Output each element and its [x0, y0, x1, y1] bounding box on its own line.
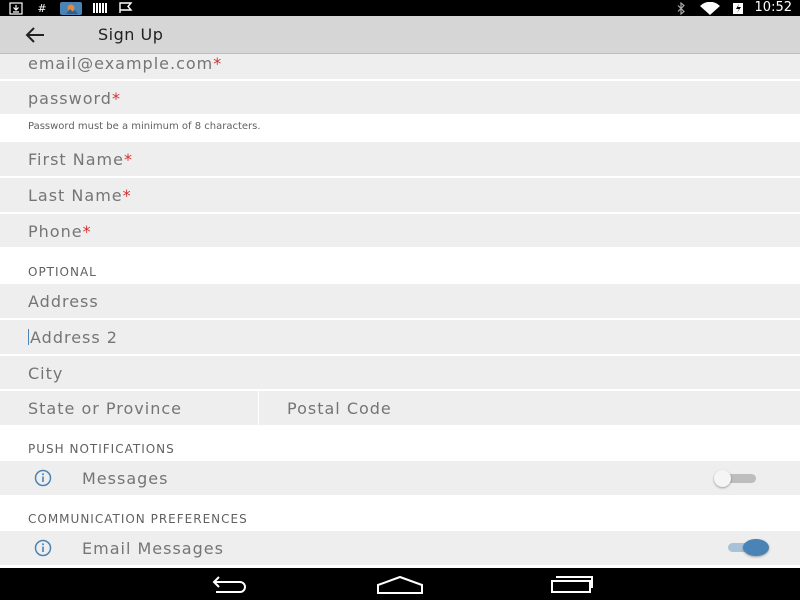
password-hint: Password must be a minimum of 8 characte…	[28, 121, 261, 132]
hash-icon: #	[37, 1, 47, 15]
text-cursor	[28, 329, 29, 345]
image-icon	[60, 1, 82, 15]
state-postal-row: State or Province Postal Code	[0, 391, 800, 425]
city-field[interactable]: City	[0, 356, 800, 390]
required-mark: *	[111, 89, 121, 108]
barcode-icon	[92, 2, 108, 15]
home-nav-icon[interactable]	[375, 574, 425, 594]
email-messages-label: Email Messages	[82, 539, 224, 558]
bluetooth-icon	[673, 1, 689, 15]
battery-icon	[731, 2, 745, 15]
field-divider	[258, 391, 259, 425]
required-mark: *	[213, 54, 223, 73]
email-field[interactable]: email@example.com*	[0, 54, 800, 80]
back-arrow-icon[interactable]	[22, 23, 48, 47]
info-icon[interactable]	[34, 469, 52, 487]
page-title: Sign Up	[98, 25, 164, 44]
phone-field[interactable]: Phone*	[0, 214, 800, 248]
email-placeholder: email@example.com*	[28, 54, 223, 73]
notification-icons: #	[8, 1, 134, 15]
address2-placeholder: Address 2	[28, 328, 118, 347]
password-field[interactable]: password*	[0, 81, 800, 115]
switch-thumb	[714, 470, 731, 487]
address-field[interactable]: Address	[0, 284, 800, 319]
address-placeholder: Address	[28, 292, 99, 311]
clock: 10:52	[754, 0, 792, 15]
messages-switch[interactable]	[714, 468, 760, 488]
required-mark: *	[122, 186, 132, 205]
wifi-icon	[699, 1, 721, 15]
recents-nav-icon[interactable]	[546, 574, 596, 594]
first-name-field[interactable]: First Name*	[0, 142, 800, 177]
download-icon	[8, 1, 24, 15]
flag-icon	[118, 1, 134, 15]
messages-toggle-row: Messages	[0, 461, 800, 495]
switch-thumb	[743, 539, 769, 556]
required-mark: *	[82, 222, 92, 241]
password-placeholder: password*	[28, 89, 121, 108]
communication-preferences-header: COMMUNICATION PREFERENCES	[28, 512, 248, 526]
system-navigation-bar	[0, 568, 800, 600]
optional-section-header: OPTIONAL	[28, 265, 97, 279]
back-nav-icon[interactable]	[204, 574, 254, 594]
messages-label: Messages	[82, 469, 169, 488]
city-placeholder: City	[28, 364, 64, 383]
state-field[interactable]: State or Province	[28, 399, 182, 418]
app-bar: Sign Up	[0, 16, 800, 54]
status-bar: # 10:52	[0, 0, 800, 16]
last-name-placeholder: Last Name*	[28, 186, 132, 205]
first-name-placeholder: First Name*	[28, 150, 133, 169]
email-messages-switch[interactable]	[726, 537, 772, 557]
postal-code-field[interactable]: Postal Code	[287, 399, 392, 418]
sign-up-form: email@example.com* password* Password mu…	[0, 54, 800, 568]
info-icon[interactable]	[34, 539, 52, 557]
last-name-field[interactable]: Last Name*	[0, 178, 800, 213]
push-notifications-header: PUSH NOTIFICATIONS	[28, 442, 175, 456]
address2-field[interactable]: Address 2	[0, 320, 800, 355]
email-messages-toggle-row: Email Messages	[0, 531, 800, 565]
phone-placeholder: Phone*	[28, 222, 92, 241]
required-mark: *	[123, 150, 133, 169]
system-icons: 10:52	[673, 0, 792, 16]
